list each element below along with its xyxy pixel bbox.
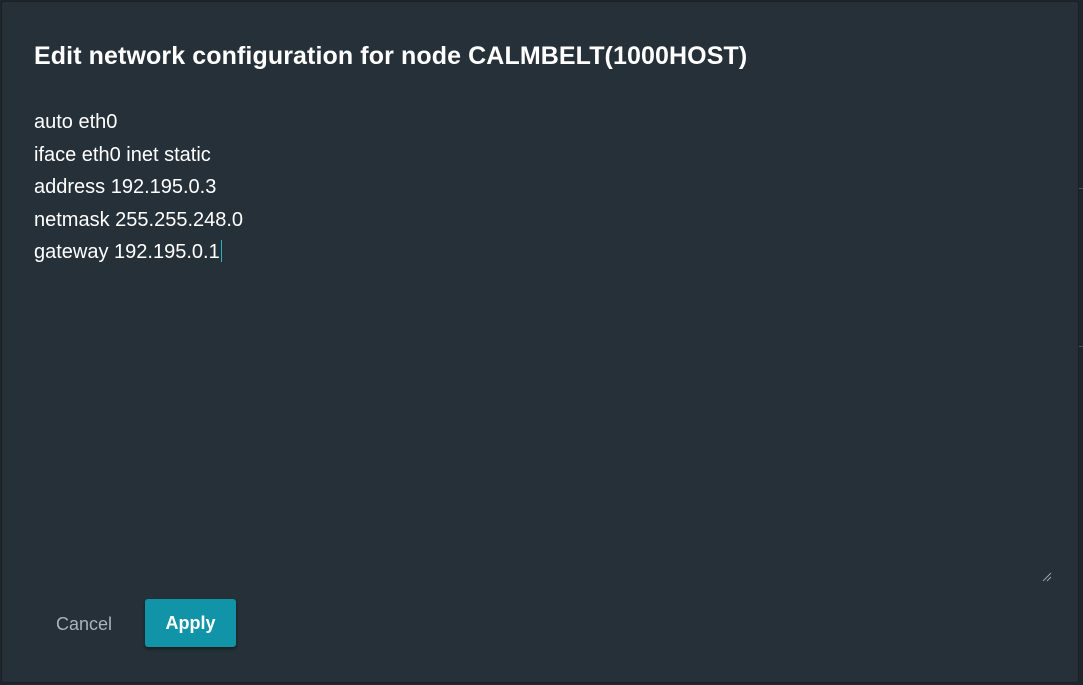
text-caret: [220, 240, 222, 262]
resize-grip-icon[interactable]: [1040, 570, 1052, 582]
config-line: gateway 192.195.0.1: [34, 241, 220, 263]
config-line: address 192.195.0.3: [34, 176, 217, 198]
config-line-with-caret: gateway 192.195.0.1: [34, 236, 1052, 269]
config-line: iface eth0 inet static: [34, 143, 211, 166]
cancel-button[interactable]: Cancel: [40, 602, 128, 646]
network-config-textarea[interactable]: auto eth0 iface eth0 inet static address…: [34, 106, 1052, 582]
config-line: netmask 255.255.248.0: [34, 208, 244, 231]
apply-button[interactable]: Apply: [145, 599, 236, 647]
edit-network-config-dialog: Edit network configuration for node CALM…: [1, 1, 1079, 683]
config-line: auto eth0: [34, 111, 118, 133]
dialog-title: Edit network configuration for node CALM…: [34, 42, 748, 70]
